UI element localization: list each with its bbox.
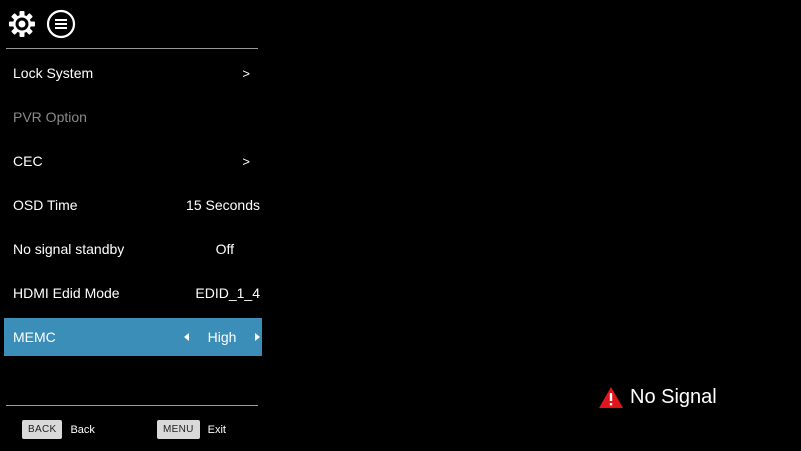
tv-screen: Lock System > PVR Option CEC > OSD Time … bbox=[0, 0, 801, 451]
menu-item-label: No signal standby bbox=[13, 241, 125, 257]
chevron-right-icon: > bbox=[242, 65, 250, 81]
menu-item-osd-time[interactable]: OSD Time 15 Seconds bbox=[4, 183, 262, 227]
menu-item-label: HDMI Edid Mode bbox=[13, 285, 120, 301]
arrow-left-icon[interactable] bbox=[184, 333, 189, 341]
menu-item-label: Lock System bbox=[13, 65, 94, 81]
chevron-right-icon: > bbox=[242, 153, 250, 169]
menu-item-label: PVR Option bbox=[13, 109, 87, 125]
footer-divider bbox=[6, 405, 258, 406]
menu-item-label: MEMC bbox=[13, 329, 56, 345]
menu-item-pvr-option: PVR Option bbox=[4, 95, 262, 139]
menu-item-label: CEC bbox=[13, 153, 43, 169]
no-signal-indicator: No Signal bbox=[598, 386, 717, 409]
back-key-chip: BACK bbox=[22, 420, 63, 439]
menu-item-value: 15 Seconds bbox=[186, 197, 260, 213]
back-hint-label: Back bbox=[70, 423, 95, 436]
menu-item-label: OSD Time bbox=[13, 197, 78, 213]
settings-gear-icon[interactable] bbox=[8, 10, 36, 38]
exit-hint-label: Exit bbox=[207, 423, 226, 436]
menu-key-chip: MENU bbox=[157, 420, 200, 439]
menu-footer: BACK Back MENU Exit bbox=[0, 420, 262, 442]
exit-hint[interactable]: MENU Exit bbox=[157, 420, 226, 439]
menu-item-value: Off bbox=[215, 241, 234, 257]
menu-item-value: High bbox=[207, 329, 237, 345]
arrow-right-icon[interactable] bbox=[254, 333, 260, 341]
no-signal-text: No Signal bbox=[630, 386, 717, 408]
header-divider bbox=[6, 48, 258, 49]
settings-menu-panel: Lock System > PVR Option CEC > OSD Time … bbox=[0, 0, 262, 451]
value-selector[interactable]: High bbox=[184, 329, 262, 345]
menu-item-value: EDID_1_4 bbox=[195, 285, 260, 301]
warning-triangle-icon bbox=[598, 386, 624, 409]
menu-list-icon[interactable] bbox=[46, 9, 76, 39]
menu-item-cec[interactable]: CEC > bbox=[4, 139, 262, 183]
menu-header-icons bbox=[8, 9, 76, 39]
menu-item-no-signal-standby[interactable]: No signal standby Off bbox=[4, 227, 262, 271]
back-hint[interactable]: BACK Back bbox=[22, 420, 95, 439]
menu-item-memc[interactable]: MEMC High bbox=[4, 318, 262, 356]
menu-item-lock-system[interactable]: Lock System > bbox=[4, 51, 262, 95]
menu-list: Lock System > PVR Option CEC > OSD Time … bbox=[4, 51, 262, 356]
menu-item-hdmi-edid-mode[interactable]: HDMI Edid Mode EDID_1_4 bbox=[4, 271, 262, 315]
